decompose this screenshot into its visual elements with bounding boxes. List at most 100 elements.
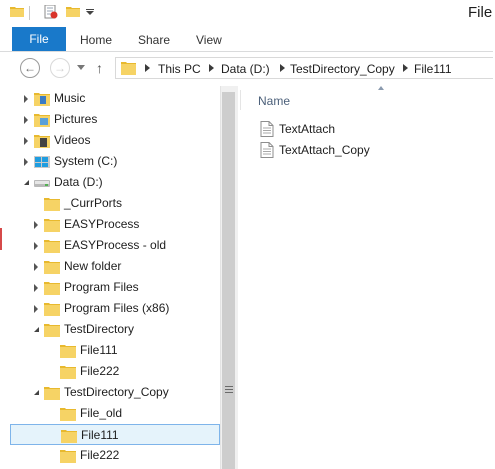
recent-locations-icon[interactable] <box>77 65 85 70</box>
expand-chevron-icon[interactable] <box>22 130 30 151</box>
properties-icon[interactable] <box>44 5 58 19</box>
nav-tree-item[interactable]: Pictures <box>10 109 220 130</box>
collapse-chevron-icon[interactable] <box>32 319 40 340</box>
music-folder-icon <box>34 93 50 106</box>
new-folder-icon[interactable] <box>66 5 80 17</box>
nav-tree-item-label: File222 <box>80 364 120 378</box>
nav-tree-item[interactable]: File111 <box>10 424 220 445</box>
up-arrow-icon: ↑ <box>96 60 103 76</box>
forward-button[interactable]: → <box>50 58 70 78</box>
breadcrumb-separator-icon[interactable] <box>403 64 408 72</box>
nav-tree-item[interactable]: File222 <box>10 361 220 382</box>
nav-tree-item-label: Pictures <box>54 112 98 126</box>
tab-file[interactable]: File <box>12 27 66 51</box>
nav-tree-item[interactable]: Program Files <box>10 277 220 298</box>
nav-tree-item-label: Program Files (x86) <box>64 301 170 315</box>
nav-tree-item-label: System (C:) <box>54 154 118 168</box>
nav-tree-item-label: File_old <box>80 406 123 420</box>
nav-tree-item-label: File111 <box>81 428 119 442</box>
forward-arrow-icon: → <box>54 61 66 75</box>
expand-chevron-icon[interactable] <box>32 298 40 319</box>
nav-tree-item[interactable]: Data (D:) <box>10 172 220 193</box>
nav-tree-item[interactable]: New folder <box>10 256 220 277</box>
expand-chevron-icon[interactable] <box>22 151 30 172</box>
nav-tree-item[interactable]: TestDirectory_Copy <box>10 382 220 403</box>
breadcrumb-separator-icon[interactable] <box>209 64 214 72</box>
expand-chevron-icon[interactable] <box>32 277 40 298</box>
pictures-folder-icon <box>34 114 50 127</box>
folder-icon[interactable] <box>10 5 24 17</box>
expand-chevron-icon[interactable] <box>22 88 30 109</box>
nav-tree-item[interactable]: EASYProcess - old <box>10 235 220 256</box>
nav-tree-item-label: New folder <box>64 259 122 273</box>
sort-ascending-icon <box>378 86 384 90</box>
tab-home[interactable]: Home <box>80 33 112 47</box>
window-title: File <box>468 4 493 21</box>
tab-view[interactable]: View <box>196 33 222 47</box>
breadcrumb-separator-icon[interactable] <box>145 64 150 72</box>
text-file-icon <box>260 121 274 137</box>
nav-tree-item-label: EASYProcess <box>64 217 140 231</box>
file-name: TextAttach <box>279 122 336 136</box>
scrollbar-grip <box>225 386 233 387</box>
nav-tree-item[interactable]: EASYProcess <box>10 214 220 235</box>
up-button[interactable]: ↑ <box>96 60 103 76</box>
drive-icon <box>34 180 50 187</box>
breadcrumb-data-drive[interactable]: Data (D:) <box>221 62 270 76</box>
column-header-name[interactable]: Name <box>258 94 290 108</box>
nav-tree-item-label: EASYProcess - old <box>64 238 167 252</box>
file-name: TextAttach_Copy <box>279 143 370 157</box>
back-button[interactable]: ← <box>20 58 40 78</box>
column-divider <box>240 90 241 110</box>
nav-tree-item[interactable]: Program Files (x86) <box>10 298 220 319</box>
file-list-item[interactable]: TextAttach <box>260 120 490 138</box>
customize-toolbar-icon[interactable] <box>86 9 94 15</box>
folder-icon <box>121 62 136 75</box>
nav-tree-item[interactable]: Videos <box>10 130 220 151</box>
expand-chevron-icon[interactable] <box>32 235 40 256</box>
text-file-icon <box>260 142 274 158</box>
nav-tree-item[interactable]: _CurrPorts <box>10 193 220 214</box>
nav-tree-item-label: Program Files <box>64 280 139 294</box>
collapse-chevron-icon[interactable] <box>22 172 30 193</box>
breadcrumb-this-pc[interactable]: This PC <box>158 62 201 76</box>
collapse-chevron-icon[interactable] <box>32 382 40 403</box>
videos-folder-icon <box>34 135 50 148</box>
expand-chevron-icon[interactable] <box>22 109 30 130</box>
toolbar-separator <box>29 6 30 20</box>
scrollbar-grip <box>225 392 233 393</box>
nav-tree-item[interactable]: File111 <box>10 340 220 361</box>
folder-icon <box>44 198 60 211</box>
expand-chevron-icon[interactable] <box>32 256 40 277</box>
folder-icon <box>60 366 76 379</box>
ribbon-tab-bar <box>0 27 495 52</box>
nav-tree-item-label: Music <box>54 91 86 105</box>
nav-tree-item[interactable]: File_old <box>10 403 220 424</box>
folder-icon <box>44 387 60 400</box>
nav-tree-item[interactable]: File222 <box>10 445 220 466</box>
breadcrumb-separator-icon[interactable] <box>280 64 285 72</box>
folder-icon <box>44 219 60 232</box>
file-list-item[interactable]: TextAttach_Copy <box>260 141 490 159</box>
nav-tree-item[interactable]: System (C:) <box>10 151 220 172</box>
nav-tree-item-label: Videos <box>54 133 91 147</box>
folder-icon <box>44 240 60 253</box>
folder-icon <box>44 261 60 274</box>
folder-icon <box>44 303 60 316</box>
breadcrumb-file111[interactable]: File111 <box>414 62 452 76</box>
breadcrumb-testdirectory-copy[interactable]: TestDirectory_Copy <box>290 62 395 76</box>
tab-share[interactable]: Share <box>138 33 170 47</box>
window-edge-marker <box>0 228 2 250</box>
scrollbar-grip <box>225 389 233 390</box>
back-arrow-icon: ← <box>24 61 36 75</box>
nav-tree-item-label: File222 <box>80 448 120 462</box>
nav-tree-item-label: TestDirectory <box>64 322 135 336</box>
expand-chevron-icon[interactable] <box>32 214 40 235</box>
scrollbar-thumb[interactable] <box>222 92 235 469</box>
nav-tree-item[interactable]: Music <box>10 88 220 109</box>
nav-tree-item-label: Data (D:) <box>54 175 103 189</box>
nav-tree-item[interactable]: TestDirectory <box>10 319 220 340</box>
nav-tree-item-label: _CurrPorts <box>64 196 123 210</box>
system-drive-icon <box>34 156 50 168</box>
folder-icon <box>60 450 76 463</box>
